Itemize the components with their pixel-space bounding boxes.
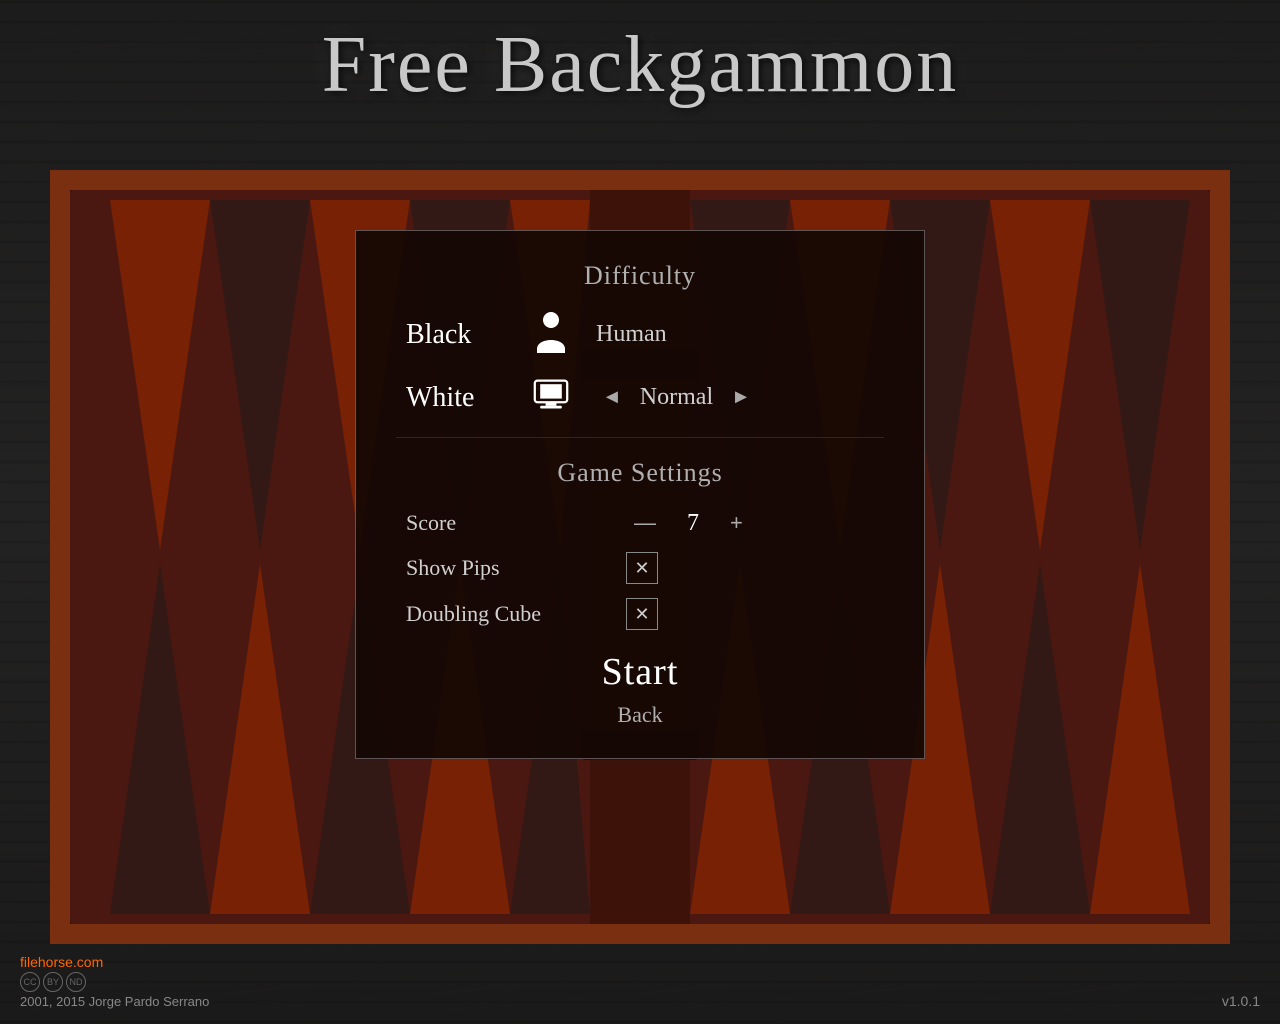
black-player-row: Black Human	[396, 311, 884, 358]
score-controls[interactable]: — 7 +	[626, 508, 751, 538]
doubling-cube-label: Doubling Cube	[406, 601, 626, 627]
doubling-cube-checkbox[interactable]	[626, 598, 658, 630]
black-value-text: Human	[596, 321, 667, 348]
back-button[interactable]: Back	[396, 702, 884, 728]
white-label: White	[406, 382, 526, 414]
computer-icon	[533, 374, 569, 416]
show-pips-checkbox[interactable]	[626, 552, 658, 584]
app-title: Free Backgammon	[0, 20, 1280, 111]
human-icon	[533, 311, 569, 353]
by-icon: BY	[43, 972, 63, 992]
filehorse-logo: filehorse.com	[20, 954, 103, 970]
version-label: v1.0.1	[1222, 993, 1260, 1009]
black-player-icon	[526, 311, 576, 358]
white-difficulty-prev[interactable]: ◄	[596, 384, 628, 411]
filehorse-name: filehorse	[20, 954, 73, 970]
branding-area: filehorse.com CC BY ND 2001, 2015 Jorge …	[20, 954, 209, 1009]
start-button[interactable]: Start	[396, 650, 884, 694]
show-pips-label: Show Pips	[406, 555, 626, 581]
white-player-value[interactable]: ◄ Normal ►	[596, 384, 757, 411]
divider-1	[396, 437, 884, 438]
copyright-text: 2001, 2015 Jorge Pardo Serrano	[20, 994, 209, 1009]
show-pips-row: Show Pips	[396, 552, 884, 584]
white-player-icon	[526, 374, 576, 421]
score-value: 7	[678, 510, 708, 537]
score-decrease-button[interactable]: —	[626, 508, 664, 538]
difficulty-dialog: Difficulty Black Human White ◄	[355, 230, 925, 759]
score-increase-button[interactable]: +	[722, 508, 751, 538]
nd-icon: ND	[66, 972, 86, 992]
cc-icon: CC	[20, 972, 40, 992]
score-row: Score — 7 +	[396, 508, 884, 538]
settings-section-title: Game Settings	[396, 458, 884, 488]
black-label: Black	[406, 319, 526, 351]
black-player-value: Human	[596, 321, 667, 348]
white-player-row: White ◄ Normal ►	[396, 374, 884, 421]
cc-icons-row: CC BY ND	[20, 972, 86, 992]
filehorse-com: .com	[73, 954, 103, 970]
doubling-cube-row: Doubling Cube	[396, 598, 884, 630]
score-label: Score	[406, 510, 626, 536]
white-difficulty-next[interactable]: ►	[725, 384, 757, 411]
difficulty-section-title: Difficulty	[396, 261, 884, 291]
white-value-text: Normal	[640, 384, 713, 411]
